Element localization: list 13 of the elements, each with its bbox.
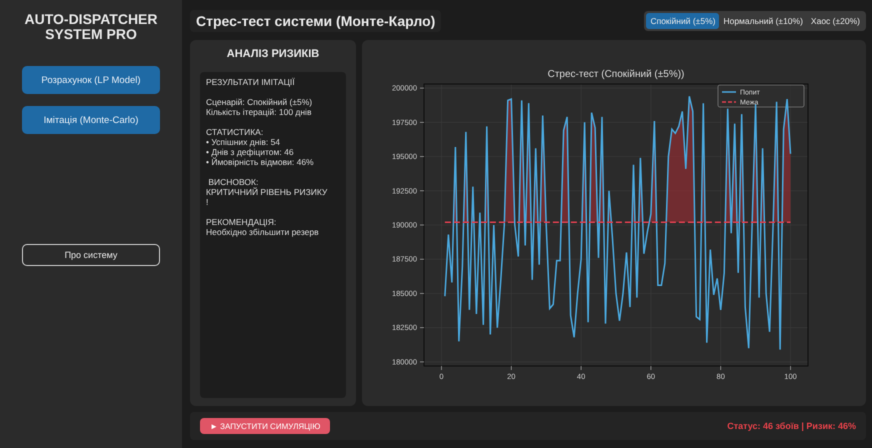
about-button[interactable]: Про систему [22,244,160,266]
scenario-tab[interactable]: Хаос (±20%) [806,13,864,29]
status-text: Статус: 46 збоїв | Ризик: 46% [727,421,856,431]
scenario-tab[interactable]: Нормальний (±10%) [719,13,807,29]
app-title: AUTO-DISPATCHER SYSTEM PRO [24,12,158,42]
nav-button[interactable]: Імітація (Monte-Carlo) [22,106,160,134]
nav-button[interactable]: Розрахунок (LP Model) [22,66,160,94]
panel-title: АНАЛІЗ РИЗИКІВ [226,48,320,60]
scenario-tab[interactable]: Спокійний (±5%) [646,13,720,29]
page-title: Стрес-тест системи (Монте-Карло) [190,10,442,32]
run-simulation-button[interactable]: ► ЗАПУСТИТИ СИМУЛЯЦІЮ [200,418,330,434]
report-text: РЕЗУЛЬТАТИ ІМІТАЦІЇ Сценарій: Спокійний (±5%) Кількість ітерацій: 100 днів СТАТИСТИКА: • Успішних днів: 54 • Днів з дефіцитом: 46 • Ймовірність відмови: 46% ВИСНОВОК: КРИТИЧНИЙ РІВЕНЬ РИЗИКУ ! РЕКОМЕНДАЦІЯ: Необхідно збільшити резерв [200,72,346,398]
chart-title: Стрес-тест (Спокійний (±5%)) [548,69,684,80]
